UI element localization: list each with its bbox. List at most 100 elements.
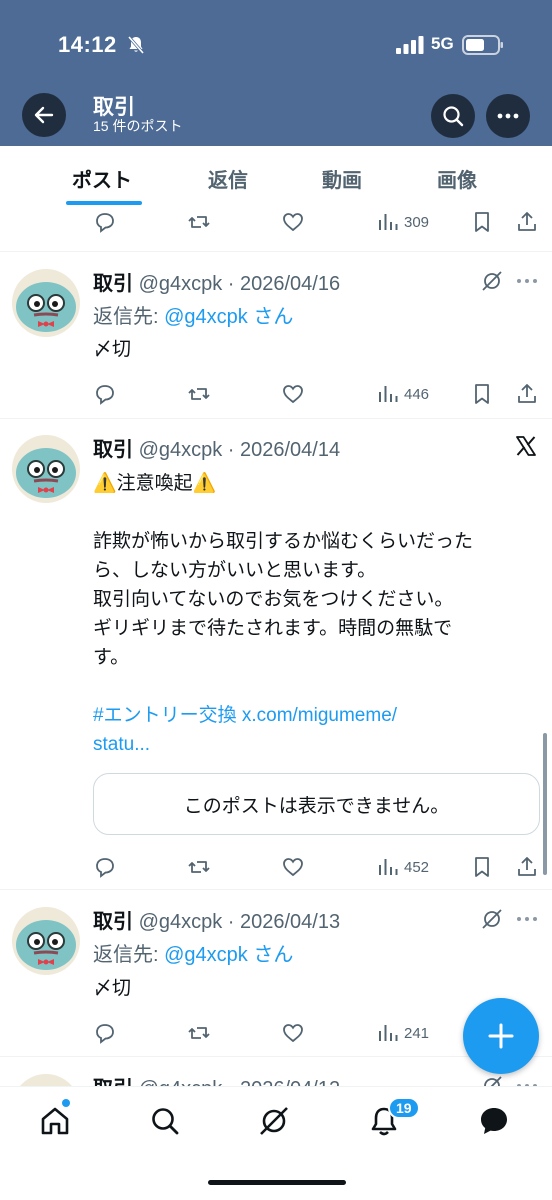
post-body-line: 取引向いてないのでお気をつけください。	[93, 589, 454, 610]
nav-grok[interactable]	[254, 1101, 294, 1141]
compose-button[interactable]	[463, 998, 539, 1074]
display-name[interactable]: 取引	[93, 911, 133, 933]
reply-icon	[96, 1024, 114, 1044]
views-count: 241	[404, 1024, 430, 1042]
views-button[interactable]: 309	[376, 208, 429, 237]
display-name[interactable]: 取引	[93, 439, 133, 461]
grok-icon[interactable]	[481, 1075, 503, 1086]
bookmark-button[interactable]	[470, 852, 494, 882]
grok-icon[interactable]	[481, 270, 503, 292]
tab-posts[interactable]: ポスト	[72, 164, 132, 193]
share-icon	[518, 212, 536, 231]
views-button[interactable]: 241	[376, 1018, 429, 1048]
bookmark-icon	[475, 857, 489, 877]
reply-handle-link[interactable]: @g4xcpk さん	[164, 944, 293, 966]
signal-icon	[396, 36, 424, 54]
explore-icon	[152, 1108, 179, 1135]
share-button[interactable]	[515, 208, 539, 237]
share-button[interactable]	[515, 852, 539, 882]
reply-button[interactable]	[93, 1018, 117, 1048]
post-header: 取引 @g4xcpk · 2026/04/16	[93, 267, 340, 296]
repost-button[interactable]	[187, 1018, 211, 1048]
views-icon	[379, 1025, 398, 1041]
post-feed[interactable]: 309 取引 @g4xcpk · 2026/04/16 返信先: @g4xcpk…	[0, 208, 552, 1086]
bell-off-icon	[127, 36, 145, 54]
handle-date: @g4xcpk · 2026/04/13	[138, 911, 341, 933]
search-icon	[443, 106, 464, 127]
display-name[interactable]: 取引	[93, 1078, 133, 1086]
like-button[interactable]	[281, 379, 305, 409]
more-button[interactable]	[486, 94, 530, 138]
reply-handle-link[interactable]: @g4xcpk さん	[164, 306, 293, 328]
reply-button[interactable]	[93, 852, 117, 882]
unavailable-quote: このポストは表示できません。	[93, 773, 540, 835]
battery-icon	[462, 35, 503, 55]
repost-icon	[188, 216, 210, 228]
action-bar: 309	[0, 208, 552, 237]
home-indicator	[208, 1180, 346, 1185]
search-button[interactable]	[431, 94, 475, 138]
post-body-line: ら、しない方がいいと思います。	[93, 560, 377, 581]
like-button[interactable]	[281, 1018, 305, 1048]
avatar[interactable]	[12, 907, 80, 975]
tab-videos[interactable]: 動画	[322, 164, 362, 193]
like-icon	[283, 858, 303, 877]
like-button[interactable]	[281, 852, 305, 882]
post-item[interactable]: 取引 @g4xcpk · 2026/04/16 返信先: @g4xcpk さん …	[0, 252, 552, 418]
views-button[interactable]: 446	[376, 379, 429, 409]
nav-explore[interactable]	[145, 1101, 185, 1141]
like-icon	[283, 385, 303, 404]
avatar[interactable]	[12, 269, 80, 337]
avatar[interactable]	[12, 1074, 80, 1086]
nav-messages[interactable]	[474, 1101, 514, 1141]
avatar[interactable]	[12, 435, 80, 503]
like-icon	[283, 213, 303, 232]
display-name[interactable]: 取引	[93, 273, 133, 295]
reply-to: 返信先: @g4xcpk さん	[93, 300, 293, 329]
bookmark-button[interactable]	[470, 379, 494, 409]
url-link-text[interactable]: statu...	[93, 734, 150, 755]
like-icon	[283, 1024, 303, 1043]
share-button[interactable]	[515, 379, 539, 409]
tab-replies[interactable]: 返信	[208, 164, 248, 193]
post-header: 取引 @g4xcpk · 2026/04/13	[93, 905, 340, 934]
repost-button[interactable]	[187, 379, 211, 409]
tab-images[interactable]: 画像	[437, 164, 477, 193]
bookmark-button[interactable]	[470, 208, 494, 237]
views-icon	[379, 386, 398, 402]
grok-icon[interactable]	[481, 908, 503, 930]
post-item[interactable]: 取引 @g4xcpk · 2026/04/14 ⚠️注意喚起⚠️ 詐欺が怖いから…	[0, 419, 552, 889]
repost-icon	[188, 1027, 210, 1039]
home-unread-dot	[62, 1099, 70, 1107]
hashtag-link[interactable]: #エントリー交換 x.com/migumeme/	[93, 701, 538, 730]
reply-icon	[96, 385, 114, 405]
post-item[interactable]: 取引 @g4xcpk · 2026/04/12	[0, 1057, 552, 1086]
post-body-line: ギリギリまで待たされます。時間の無駄で	[93, 618, 453, 639]
reply-button[interactable]	[93, 208, 117, 237]
handle-date: @g4xcpk · 2026/04/12	[139, 1078, 341, 1086]
handle-date: @g4xcpk · 2026/04/14	[138, 439, 341, 461]
repost-button[interactable]	[187, 852, 211, 882]
share-icon	[518, 384, 536, 403]
views-count: 452	[404, 858, 430, 876]
more-icon[interactable]	[515, 277, 539, 285]
more-icon[interactable]	[515, 915, 539, 923]
reply-prefix: 返信先:	[93, 306, 165, 328]
views-count: 446	[404, 385, 430, 403]
views-icon	[379, 214, 398, 230]
profile-tabs: ポスト 返信 動画 画像	[0, 146, 552, 208]
back-button[interactable]	[22, 93, 66, 137]
like-button[interactable]	[281, 208, 305, 237]
url-link[interactable]: statu...	[93, 730, 538, 759]
nav-home[interactable]	[35, 1101, 75, 1141]
scrollbar[interactable]	[543, 733, 547, 875]
repost-icon	[188, 861, 210, 873]
hashtag-link-text[interactable]: #エントリー交換 x.com/migumeme/	[93, 705, 397, 726]
home-icon	[41, 1107, 69, 1135]
reply-button[interactable]	[93, 379, 117, 409]
repost-button[interactable]	[187, 208, 211, 237]
reply-icon	[96, 858, 114, 878]
messages-icon	[481, 1108, 507, 1134]
views-button[interactable]: 452	[376, 852, 429, 882]
notifications-badge: 19	[388, 1097, 420, 1119]
